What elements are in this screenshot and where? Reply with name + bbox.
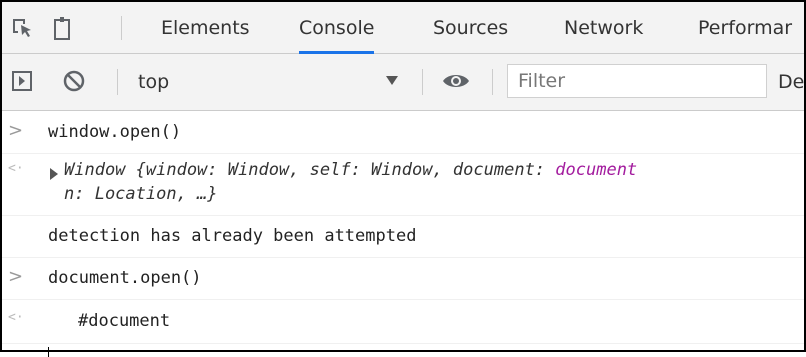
toolbar-separator <box>492 69 493 95</box>
inspect-element-icon[interactable] <box>10 16 34 40</box>
console-caret[interactable] <box>48 347 49 357</box>
console-log-text: detection has already been attempted <box>48 226 417 246</box>
tab-performance[interactable]: Performar <box>698 2 792 54</box>
toolbar-separator <box>422 69 423 95</box>
prompt-chevron-icon: > <box>8 266 24 287</box>
tab-sources[interactable]: Sources <box>433 2 508 54</box>
console-messages: > window.open() <· Window {window: Windo… <box>2 111 804 357</box>
console-input-row: > document.open() <box>2 257 804 300</box>
expand-triangle-icon[interactable] <box>50 168 58 180</box>
result-arrow-icon: <· <box>8 310 24 325</box>
console-result-row: <· #document <box>2 299 804 344</box>
context-selector[interactable]: top <box>138 54 169 110</box>
console-result-object[interactable]: Window {window: Window, self: Window, do… <box>64 160 637 180</box>
console-log-row: detection has already been attempted <box>2 215 804 258</box>
toolbar-separator <box>117 69 118 95</box>
console-result-text[interactable]: #document <box>78 311 170 331</box>
prompt-chevron-icon: > <box>8 120 24 141</box>
console-result-row: <· Window {window: Window, self: Window,… <box>2 153 804 216</box>
tab-network[interactable]: Network <box>564 2 643 54</box>
devtools-tabbar: Elements Console Sources Network Perform… <box>2 2 804 54</box>
result-arrow-icon: <· <box>8 161 24 176</box>
sidebar-toggle-icon[interactable] <box>12 71 32 91</box>
console-input-row: > window.open() <box>2 111 804 154</box>
result-object-text: Window {window: Window, self: Window, do… <box>64 160 556 180</box>
tab-elements[interactable]: Elements <box>161 2 250 54</box>
log-levels-dropdown[interactable]: De <box>778 54 804 110</box>
console-result-continuation: n: Location, …} <box>64 184 218 204</box>
device-toolbar-icon[interactable] <box>50 15 74 41</box>
console-toolbar: top De <box>2 54 804 111</box>
console-input-text: window.open() <box>48 122 182 142</box>
console-input-text: document.open() <box>48 268 202 288</box>
tabbar-separator <box>121 16 122 40</box>
filter-input[interactable] <box>507 64 767 98</box>
result-object-keyword: document <box>555 160 638 180</box>
tab-console[interactable]: Console <box>299 2 375 54</box>
clear-console-icon[interactable] <box>62 69 86 93</box>
dropdown-arrow-icon[interactable] <box>386 76 398 85</box>
eye-icon[interactable] <box>441 69 471 93</box>
